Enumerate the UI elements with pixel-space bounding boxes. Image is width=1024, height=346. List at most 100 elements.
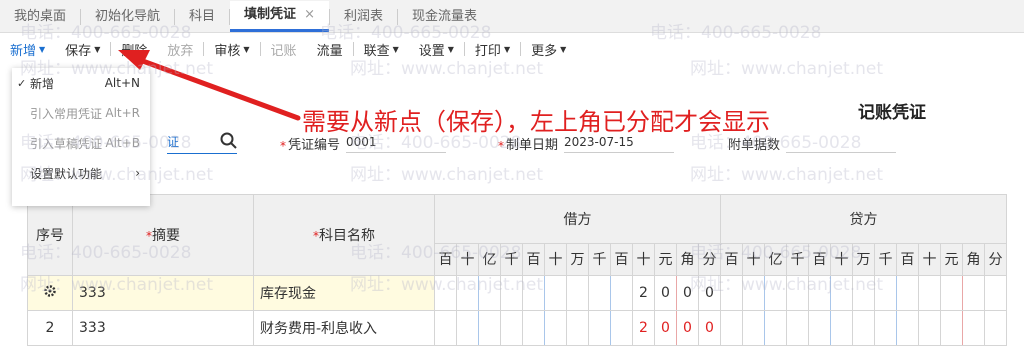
settings-button[interactable]: 设置 ▼ bbox=[409, 40, 464, 59]
credit-digit-cell[interactable] bbox=[874, 275, 897, 311]
flow-button[interactable]: 流量 bbox=[307, 40, 353, 59]
credit-digit-cell[interactable] bbox=[852, 310, 875, 346]
row-seq[interactable] bbox=[27, 275, 73, 311]
close-icon[interactable]: × bbox=[304, 7, 315, 22]
new-button[interactable]: 新增 ▼ bbox=[0, 40, 55, 59]
debit-digit-cell[interactable] bbox=[434, 310, 457, 346]
credit-digit-cell[interactable] bbox=[808, 275, 831, 311]
credit-digit-cell[interactable] bbox=[962, 275, 985, 311]
tab-bar: 我的桌面 初始化导航 科目 填制凭证 × 利润表 现金流量表 bbox=[0, 0, 1024, 33]
gear-icon[interactable] bbox=[43, 284, 57, 298]
debit-digit-cell[interactable]: 0 bbox=[698, 310, 721, 346]
toolbar: 新增 ▼ 保存 ▼ 删除 放弃 审核 ▼ 记账 流量 联查 ▼ 设置 ▼ 打印 ▼ 更多 ▼ bbox=[0, 34, 1024, 64]
credit-digit-cell[interactable] bbox=[962, 310, 985, 346]
row-account[interactable]: 财务费用-利息收入 bbox=[253, 310, 435, 346]
credit-digit-cell[interactable] bbox=[896, 310, 919, 346]
digit-unit-header: 十 bbox=[830, 242, 853, 277]
row-account[interactable]: 库存现金 bbox=[253, 275, 435, 311]
debit-digit-cell[interactable] bbox=[588, 310, 611, 346]
debit-digit-cell[interactable] bbox=[566, 275, 589, 311]
credit-digit-cell[interactable] bbox=[786, 275, 809, 311]
tab-init-guide[interactable]: 初始化导航 bbox=[81, 2, 174, 32]
tab-income-statement[interactable]: 利润表 bbox=[330, 2, 397, 32]
menu-item-label: 引入常用凭证 bbox=[30, 106, 103, 121]
debit-digit-cell[interactable] bbox=[478, 310, 501, 346]
credit-digit-cell[interactable] bbox=[808, 310, 831, 346]
date-input[interactable]: 2023-07-15 bbox=[564, 135, 675, 153]
link-query-button[interactable]: 联查 ▼ bbox=[354, 40, 409, 59]
debit-digit-cell[interactable]: 0 bbox=[698, 275, 721, 311]
debit-digit-cell[interactable] bbox=[610, 310, 633, 346]
credit-digit-cell[interactable] bbox=[742, 310, 765, 346]
debit-digit-cell[interactable] bbox=[434, 275, 457, 311]
credit-digit-cell[interactable] bbox=[918, 310, 941, 346]
credit-digit-cell[interactable] bbox=[940, 310, 963, 346]
debit-digit-cell[interactable] bbox=[544, 275, 567, 311]
credit-digit-cell[interactable] bbox=[720, 275, 743, 311]
menu-item-import-draft[interactable]: 引入草稿凭证 Alt+B bbox=[12, 128, 150, 158]
credit-digit-cell[interactable] bbox=[896, 275, 919, 311]
credit-digit-cell[interactable] bbox=[984, 310, 1007, 346]
credit-digit-cell[interactable] bbox=[830, 310, 853, 346]
debit-digit-cell[interactable]: 0 bbox=[676, 275, 699, 311]
discard-button[interactable]: 放弃 bbox=[157, 40, 203, 59]
debit-digit-cell[interactable]: 2 bbox=[632, 275, 655, 311]
credit-digit-cell[interactable] bbox=[852, 275, 875, 311]
credit-digit-cell[interactable] bbox=[874, 310, 897, 346]
voucher-no-label: 凭证编号 bbox=[288, 138, 341, 153]
post-button[interactable]: 记账 bbox=[261, 40, 307, 59]
menu-item-new[interactable]: ✓ 新增 Alt+N bbox=[12, 68, 150, 98]
credit-digit-cell[interactable] bbox=[764, 310, 787, 346]
credit-digit-cell[interactable] bbox=[940, 275, 963, 311]
debit-digit-cell[interactable]: 0 bbox=[654, 310, 677, 346]
debit-digit-cell[interactable] bbox=[522, 275, 545, 311]
credit-digit-cell[interactable] bbox=[764, 275, 787, 311]
more-button[interactable]: 更多 ▼ bbox=[521, 40, 576, 59]
credit-digit-cell[interactable] bbox=[786, 310, 809, 346]
debit-digit-cell[interactable]: 0 bbox=[676, 310, 699, 346]
debit-digit-cell[interactable] bbox=[610, 275, 633, 311]
credit-digit-cell[interactable] bbox=[830, 275, 853, 311]
menu-item-default-setting[interactable]: 设置默认功能 › bbox=[12, 158, 150, 188]
menu-item-shortcut: Alt+N bbox=[104, 76, 140, 90]
col-header-credit: 贷方 bbox=[720, 194, 1007, 244]
digit-unit-header: 千 bbox=[874, 242, 897, 277]
menu-item-import-common[interactable]: 引入常用凭证 Alt+R bbox=[12, 98, 150, 128]
tab-fill-voucher[interactable]: 填制凭证 × bbox=[230, 1, 329, 32]
tab-subjects[interactable]: 科目 bbox=[175, 2, 229, 32]
debit-digit-cell[interactable] bbox=[566, 310, 589, 346]
save-button[interactable]: 保存 ▼ bbox=[55, 40, 110, 59]
row-summary[interactable]: 333 bbox=[72, 310, 254, 346]
debit-digit-cell[interactable] bbox=[522, 310, 545, 346]
credit-digit-cell[interactable] bbox=[720, 310, 743, 346]
debit-digit-cell[interactable] bbox=[588, 275, 611, 311]
row-summary[interactable]: 333 bbox=[72, 275, 254, 311]
credit-digit-cell[interactable] bbox=[918, 275, 941, 311]
credit-digit-cell[interactable] bbox=[742, 275, 765, 311]
debit-digit-cell[interactable] bbox=[544, 310, 567, 346]
debit-digit-cell[interactable]: 2 bbox=[632, 310, 655, 346]
digit-unit-header: 十 bbox=[544, 242, 567, 277]
debit-digit-cell[interactable] bbox=[500, 310, 523, 346]
voucher-grid: 序号 *摘要 *科目名称 借方 贷方 百十亿千百十万千百十元角分百十亿千百十万千… bbox=[27, 194, 1007, 346]
digit-unit-header: 千 bbox=[588, 242, 611, 277]
delete-button[interactable]: 删除 bbox=[111, 40, 157, 59]
attachments-input[interactable] bbox=[786, 149, 897, 153]
tab-cash-flow[interactable]: 现金流量表 bbox=[398, 2, 491, 32]
debit-digit-cell[interactable] bbox=[456, 310, 479, 346]
search-icon[interactable] bbox=[220, 132, 238, 150]
print-button[interactable]: 打印 ▼ bbox=[465, 40, 520, 59]
debit-digit-cell[interactable] bbox=[500, 275, 523, 311]
table-row[interactable]: 2 333 财务费用-利息收入 2 0 0 0 bbox=[27, 310, 1007, 346]
debit-digit-cell[interactable] bbox=[456, 275, 479, 311]
chevron-down-icon: ▼ bbox=[447, 44, 454, 54]
col-header-summary-label: 摘要 bbox=[152, 228, 180, 244]
tab-desktop[interactable]: 我的桌面 bbox=[0, 2, 80, 32]
credit-digit-cell[interactable] bbox=[984, 275, 1007, 311]
digit-unit-header: 亿 bbox=[478, 242, 501, 277]
table-row[interactable]: 333 库存现金 2 0 0 0 bbox=[27, 275, 1007, 311]
debit-digit-cell[interactable]: 0 bbox=[654, 275, 677, 311]
debit-digit-cell[interactable] bbox=[478, 275, 501, 311]
audit-button[interactable]: 审核 ▼ bbox=[204, 40, 259, 59]
voucher-no-input[interactable]: 0001 bbox=[346, 135, 447, 153]
